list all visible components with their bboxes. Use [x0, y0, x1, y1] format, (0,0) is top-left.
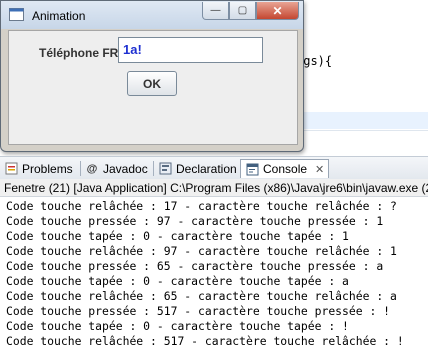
console-process-header: Fenetre (21) [Java Application] C:\Progr… [0, 179, 428, 197]
phone-label: Téléphone FR [39, 46, 119, 60]
console-line: Code touche tapée : 0 - caractère touche… [6, 319, 349, 333]
maximize-button[interactable]: ▢ [229, 2, 256, 20]
tab-javadoc[interactable]: @ Javadoc [85, 160, 148, 177]
editor-separator [298, 130, 428, 131]
close-icon: ✕ [272, 3, 283, 18]
close-button[interactable]: ✕ [256, 2, 299, 20]
tab-separator [153, 161, 154, 176]
dialog-titlebar[interactable]: Animation — ▢ ✕ [1, 1, 303, 29]
tab-label: Javadoc [103, 161, 148, 176]
tab-label: Problems [22, 161, 73, 176]
maximize-icon: ▢ [237, 5, 248, 16]
phone-input[interactable]: 1a! [118, 37, 263, 63]
dialog-title: Animation [32, 9, 86, 23]
console-line: Code touche relâchée : 65 - caractère to… [6, 289, 397, 303]
editor-current-line [298, 112, 428, 129]
console-icon [245, 162, 259, 176]
tab-separator [80, 161, 81, 176]
console-line: Code touche pressée : 65 - caractère tou… [6, 259, 384, 273]
javadoc-icon: @ [86, 162, 98, 175]
console-line: Code touche relâchée : 517 - caractère t… [6, 334, 404, 348]
minimize-icon: — [210, 5, 221, 16]
ok-button[interactable]: OK [127, 71, 177, 96]
tab-label: Console [263, 162, 308, 176]
animation-dialog: Animation — ▢ ✕ Téléphone FR 1a! OK [0, 0, 304, 152]
tab-declaration[interactable]: Declaration [158, 160, 237, 177]
console-line: Code touche pressée : 517 - caractère to… [6, 304, 391, 318]
tab-problems[interactable]: Problems [4, 160, 73, 177]
console-line: Code touche tapée : 0 - caractère touche… [6, 229, 349, 243]
console-line: Code touche relâchée : 17 - caractère to… [6, 199, 397, 213]
declaration-icon [158, 162, 172, 176]
console-output[interactable]: Code touche relâchée : 17 - caractère to… [0, 198, 428, 351]
console-line: Code touche pressée : 97 - caractère tou… [6, 214, 384, 228]
console-line: Code touche relâchée : 97 - caractère to… [6, 244, 397, 258]
tab-label: Declaration [176, 161, 237, 176]
console-line: Code touche tapée : 0 - caractère touche… [6, 274, 349, 288]
tab-console[interactable]: Console ✕ [240, 159, 330, 178]
problems-icon [4, 162, 18, 176]
java-app-icon [9, 8, 24, 21]
close-icon[interactable]: ✕ [315, 163, 324, 176]
views-tabbar: Problems @ Javadoc Declaration Console ✕ [0, 156, 428, 180]
dialog-content: Téléphone FR 1a! OK [8, 30, 298, 145]
minimize-button[interactable]: — [202, 2, 229, 20]
